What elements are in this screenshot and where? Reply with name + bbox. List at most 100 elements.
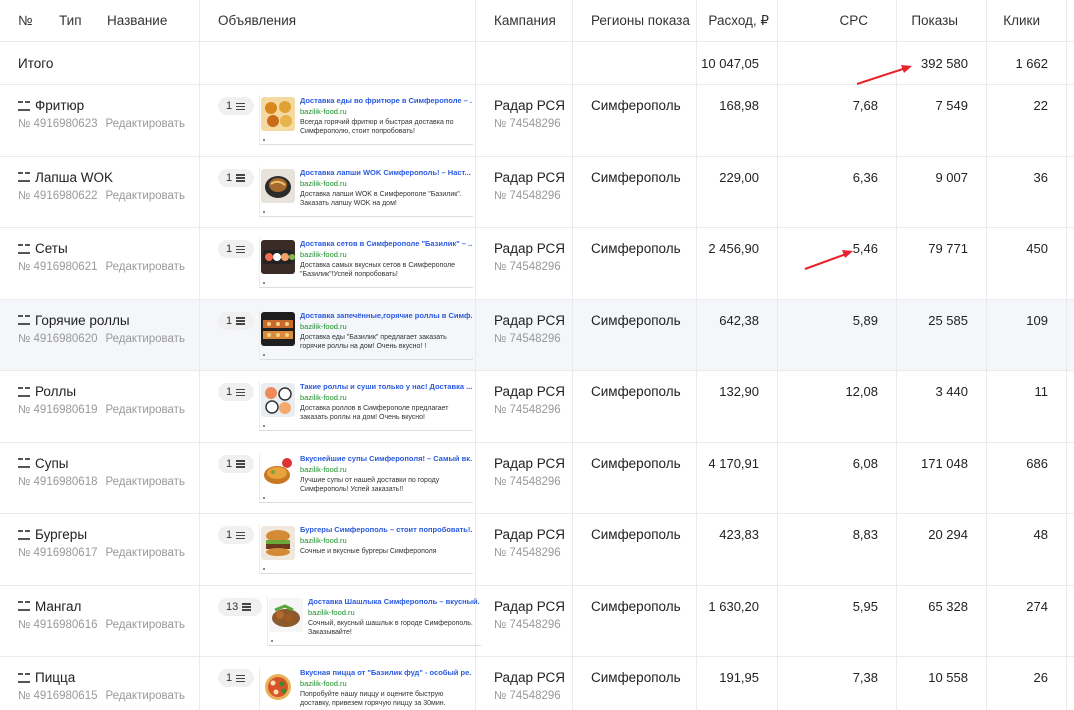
list-icon bbox=[236, 174, 246, 182]
ad-preview-card[interactable]: Доставка запечённые,горячие роллы в Симф… bbox=[259, 309, 473, 360]
list-icon bbox=[242, 603, 252, 611]
ads-count: 1 bbox=[226, 529, 233, 541]
food-thumb-burger bbox=[261, 526, 295, 560]
col-shows-header[interactable]: Показы bbox=[911, 13, 958, 28]
col-type-header[interactable]: Тип bbox=[59, 13, 82, 28]
edit-link[interactable]: Редактировать bbox=[106, 547, 185, 559]
total-shows: 392 580 bbox=[921, 56, 968, 71]
edit-link[interactable]: Редактировать bbox=[106, 190, 185, 202]
clicks-value: 686 bbox=[1026, 455, 1048, 471]
list-icon bbox=[236, 102, 246, 110]
clicks-value: 11 bbox=[1034, 384, 1049, 399]
ads-count: 1 bbox=[226, 100, 233, 112]
ad-preview-card[interactable]: Доставка Шашлыка Симферополь – вкусный..… bbox=[267, 595, 481, 646]
campaign-name[interactable]: Радар РСЯ bbox=[494, 313, 565, 328]
ads-count-badge[interactable]: 1 bbox=[218, 383, 254, 401]
ad-headline[interactable]: Бургеры Симферополь – стоит попробовать!… bbox=[300, 525, 472, 535]
campaign-name[interactable]: Радар РСЯ bbox=[494, 527, 565, 542]
ad-headline[interactable]: Доставка сетов в Симферополе "Базилик" –… bbox=[300, 239, 472, 249]
ad-preview-card[interactable]: Вкусная пицца от "Базилик фуд" - особый … bbox=[259, 667, 473, 710]
edit-link[interactable]: Редактировать bbox=[106, 690, 185, 702]
ad-headline[interactable]: Доставка запечённые,горячие роллы в Симф… bbox=[300, 311, 472, 321]
campaign-name[interactable]: Радар РСЯ bbox=[494, 170, 565, 185]
ads-count-badge[interactable]: 1 bbox=[218, 454, 254, 473]
col-cpc-header[interactable]: CPC bbox=[839, 13, 868, 28]
ad-group-type-icon bbox=[18, 100, 30, 111]
cost-value: 168,98 bbox=[719, 98, 759, 113]
ad-domain: bazilik-food.ru bbox=[300, 393, 347, 402]
col-campaign-header[interactable]: Кампания bbox=[494, 13, 556, 28]
ad-headline[interactable]: Доставка Шашлыка Симферополь – вкусный..… bbox=[308, 597, 480, 607]
ad-group-name[interactable]: Лапша WOK bbox=[35, 170, 113, 185]
ad-preview-card[interactable]: Такие роллы и суши только у нас! Доставк… bbox=[259, 381, 473, 431]
ad-group-name[interactable]: Фритюр bbox=[35, 98, 84, 113]
ads-count-badge[interactable]: 1 bbox=[218, 240, 254, 258]
campaign-name[interactable]: Радар РСЯ bbox=[494, 384, 565, 399]
ad-group-name[interactable]: Пицца bbox=[35, 670, 75, 685]
ad-group-name[interactable]: Бургеры bbox=[35, 527, 87, 542]
cost-value: 132,90 bbox=[719, 384, 759, 399]
cpc-value: 5,95 bbox=[852, 598, 878, 614]
ad-preview-card[interactable]: Доставка лапши WOK Симферополь! – Наст..… bbox=[259, 166, 473, 217]
ads-count-badge[interactable]: 1 bbox=[218, 311, 254, 330]
ad-headline[interactable]: Такие роллы и суши только у нас! Доставк… bbox=[300, 382, 472, 392]
ad-preview-card[interactable]: Доставка сетов в Симферополе "Базилик" –… bbox=[259, 238, 473, 288]
ad-headline[interactable]: Доставка лапши WOK Симферополь! – Наст..… bbox=[300, 168, 472, 178]
region: Симферополь bbox=[591, 169, 681, 185]
dot-icon bbox=[263, 210, 265, 213]
shows-value: 79 771 bbox=[928, 241, 968, 256]
edit-link[interactable]: Редактировать bbox=[106, 333, 185, 345]
ad-group-name[interactable]: Сеты bbox=[35, 241, 68, 256]
campaign-name[interactable]: Радар РСЯ bbox=[494, 670, 565, 685]
edit-link[interactable]: Редактировать bbox=[106, 619, 185, 631]
campaign-name[interactable]: Радар РСЯ bbox=[494, 456, 565, 471]
campaign-name[interactable]: Радар РСЯ bbox=[494, 599, 565, 614]
food-thumb-soup bbox=[261, 454, 295, 489]
campaign-id: № 74548296 bbox=[494, 618, 561, 631]
total-label: Итого bbox=[18, 56, 54, 71]
ad-body: Доставка еды "Базилик" предлагает заказа… bbox=[300, 333, 447, 350]
col-ads-header[interactable]: Объявления bbox=[218, 13, 296, 28]
campaign-name[interactable]: Радар РСЯ bbox=[494, 98, 565, 113]
edit-link[interactable]: Редактировать bbox=[106, 404, 185, 416]
edit-link[interactable]: Редактировать bbox=[106, 476, 185, 488]
ad-headline[interactable]: Вкусная пицца от "Базилик фуд" - особый … bbox=[300, 668, 472, 678]
ad-headline[interactable]: Вкуснейшие супы Симферополя! – Самый вк.… bbox=[300, 454, 472, 464]
ad-body: Доставка роллов в Симферополе предлагает… bbox=[300, 405, 449, 421]
ads-count-badge[interactable]: 13 bbox=[218, 597, 262, 616]
campaign-id: № 74548296 bbox=[494, 118, 561, 130]
clicks-value: 36 bbox=[1033, 169, 1048, 185]
clicks-value: 274 bbox=[1026, 598, 1048, 614]
ads-count-badge[interactable]: 1 bbox=[218, 97, 254, 115]
food-thumb-hot-rolls bbox=[261, 311, 295, 346]
ad-domain: bazilik-food.ru bbox=[300, 536, 347, 545]
food-thumb-fries bbox=[261, 97, 295, 131]
ad-headline[interactable]: Доставка еды во фритюре в Симферополе – … bbox=[300, 96, 472, 106]
ads-count: 13 bbox=[226, 600, 239, 613]
ad-preview-card[interactable]: Бургеры Симферополь – стоит попробовать!… bbox=[259, 524, 473, 574]
col-name-header[interactable]: Название bbox=[107, 13, 167, 28]
ad-group-name[interactable]: Роллы bbox=[35, 384, 76, 399]
ad-domain: bazilik-food.ru bbox=[300, 321, 347, 331]
table-row: Горячие роллы № 4916980620 Редактировать … bbox=[0, 299, 1074, 371]
ad-preview-card[interactable]: Вкуснейшие супы Симферополя! – Самый вк.… bbox=[259, 452, 473, 503]
shows-value: 7 549 bbox=[935, 98, 968, 113]
ad-body: Доставка лапши WOK в Симферополе "Базили… bbox=[300, 190, 462, 207]
col-clicks-header[interactable]: Клики bbox=[1003, 13, 1040, 28]
edit-link[interactable]: Редактировать bbox=[106, 118, 185, 130]
edit-link[interactable]: Редактировать bbox=[106, 261, 185, 273]
campaign-name[interactable]: Радар РСЯ bbox=[494, 241, 565, 256]
ads-count-badge[interactable]: 1 bbox=[218, 168, 254, 187]
ads-count-badge[interactable]: 1 bbox=[218, 669, 254, 687]
table-header: № Тип Название Объявления Кампания Регио… bbox=[0, 0, 1074, 42]
ad-group-name[interactable]: Горячие роллы bbox=[35, 313, 130, 328]
ad-group-id: № 4916980618 bbox=[18, 475, 98, 488]
ad-preview-card[interactable]: Доставка еды во фритюре в Симферополе – … bbox=[259, 95, 473, 145]
ads-count-badge[interactable]: 1 bbox=[218, 526, 254, 544]
col-regions-header[interactable]: Регионы показа bbox=[591, 13, 690, 28]
ads-count: 1 bbox=[226, 386, 233, 398]
ad-group-name[interactable]: Мангал bbox=[35, 599, 81, 614]
col-num-header[interactable]: № bbox=[18, 13, 32, 28]
col-cost-header[interactable]: Расход, ₽ bbox=[708, 13, 769, 29]
ad-group-name[interactable]: Супы bbox=[35, 456, 69, 471]
